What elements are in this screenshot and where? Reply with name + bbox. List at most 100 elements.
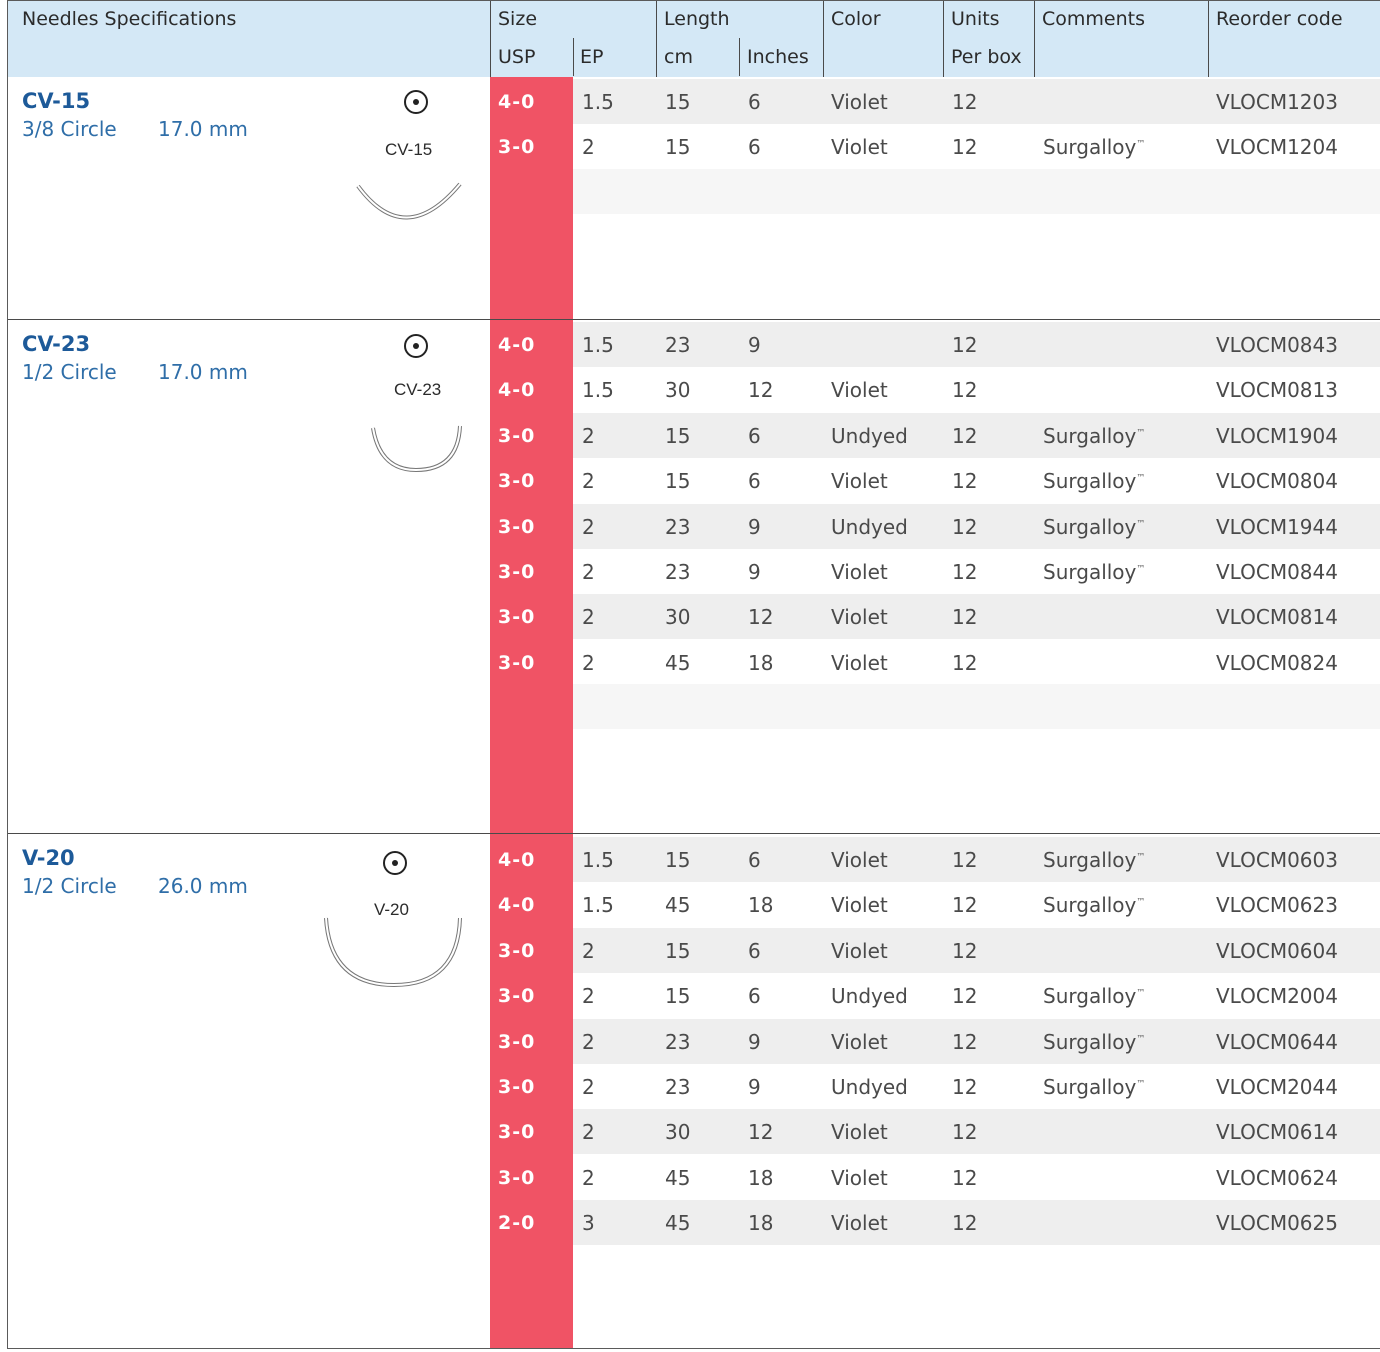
cell-units: 12 xyxy=(952,1120,978,1144)
cell-color: Violet xyxy=(831,135,888,159)
cell-inches: 6 xyxy=(748,135,761,159)
cell-inches: 6 xyxy=(748,424,761,448)
header-needles-specifications: Needles Specifications xyxy=(22,8,237,30)
trademark-mark: ™ xyxy=(1136,1034,1146,1045)
comment-text: Surgalloy xyxy=(1043,560,1137,584)
cell-ep: 2 xyxy=(582,469,595,493)
cell-code: VLOCM0644 xyxy=(1216,1030,1338,1054)
comment-text: Surgalloy xyxy=(1043,1075,1137,1099)
header-per-box: Per box xyxy=(951,46,1022,68)
cell-usp: 3-0 xyxy=(498,1121,536,1143)
cell-units: 12 xyxy=(952,939,978,963)
header-divider xyxy=(943,1,944,77)
group-divider xyxy=(8,833,1380,834)
table-row: 1.5 15 6 Violet 12 VLOCM1203 xyxy=(573,79,1380,124)
taper-point-circle-icon xyxy=(404,90,428,114)
cell-cm: 23 xyxy=(665,333,691,357)
header-cm: cm xyxy=(664,46,693,68)
needle-length: 17.0 mm xyxy=(158,117,248,141)
table-row: 2 15 6 Undyed 12 VLOCM1904 Surgalloy™ xyxy=(573,413,1380,458)
cell-code: VLOCM0804 xyxy=(1216,469,1338,493)
table-row: 1.5 30 12 Violet 12 VLOCM0813 xyxy=(573,367,1380,412)
cell-cm: 15 xyxy=(665,848,691,872)
table-row: 2 23 9 Violet 12 VLOCM0844 Surgalloy™ xyxy=(573,549,1380,594)
cell-inches: 6 xyxy=(748,984,761,1008)
header-length: Length xyxy=(664,8,730,30)
cell-inches: 6 xyxy=(748,939,761,963)
header-usp: USP xyxy=(498,46,536,68)
cell-usp: 4-0 xyxy=(498,91,536,113)
cell-cm: 45 xyxy=(665,1211,691,1235)
table-row: 2 30 12 Violet 12 VLOCM0614 xyxy=(573,1109,1380,1154)
cell-comment: Surgalloy™ xyxy=(1043,560,1145,584)
cell-cm: 30 xyxy=(665,1120,691,1144)
taper-point-circle-icon xyxy=(383,851,407,875)
cell-inches: 18 xyxy=(748,651,774,675)
cell-usp: 3-0 xyxy=(498,1031,536,1053)
table-row: 2 45 18 Violet 12 VLOCM0824 xyxy=(573,640,1380,685)
table-row: 1.5 23 9 12 VLOCM0843 xyxy=(573,322,1380,367)
cell-ep: 2 xyxy=(582,939,595,963)
cell-ep: 1.5 xyxy=(582,378,614,402)
table-row: 2 45 18 Violet 12 VLOCM0624 xyxy=(573,1155,1380,1200)
comment-text: Surgalloy xyxy=(1043,469,1137,493)
cell-color: Violet xyxy=(831,1211,888,1235)
cell-code: VLOCM0624 xyxy=(1216,1166,1338,1190)
trademark-mark: ™ xyxy=(1136,988,1146,999)
cell-units: 12 xyxy=(952,515,978,539)
cell-units: 12 xyxy=(952,378,978,402)
cell-usp: 4-0 xyxy=(498,849,536,871)
header-ep: EP xyxy=(580,46,604,68)
trademark-mark: ™ xyxy=(1136,139,1146,150)
cell-ep: 1.5 xyxy=(582,333,614,357)
table-row: 2 23 9 Undyed 12 VLOCM2044 Surgalloy™ xyxy=(573,1064,1380,1109)
cell-comment: Surgalloy™ xyxy=(1043,1030,1145,1054)
cell-ep: 2 xyxy=(582,1030,595,1054)
header-divider xyxy=(573,38,574,76)
cell-code: VLOCM1203 xyxy=(1216,90,1338,114)
cell-inches: 18 xyxy=(748,893,774,917)
needle-name: CV-15 xyxy=(22,89,91,113)
trademark-mark: ™ xyxy=(1136,1079,1146,1090)
header-divider xyxy=(739,38,740,76)
table-row: 1.5 15 6 Violet 12 VLOCM0603 Surgalloy™ xyxy=(573,837,1380,882)
needle-curve: 3/8 Circle xyxy=(22,117,117,141)
cell-color: Violet xyxy=(831,939,888,963)
cell-cm: 23 xyxy=(665,560,691,584)
cell-usp: 4-0 xyxy=(498,334,536,356)
cell-comment: Surgalloy™ xyxy=(1043,848,1145,872)
cell-comment: Surgalloy™ xyxy=(1043,469,1145,493)
comment-text: Surgalloy xyxy=(1043,848,1137,872)
usp-column-band xyxy=(490,77,573,319)
cell-ep: 2 xyxy=(582,1075,595,1099)
cell-comment: Surgalloy™ xyxy=(1043,424,1145,448)
cell-cm: 15 xyxy=(665,90,691,114)
comment-text: Surgalloy xyxy=(1043,893,1137,917)
empty-row xyxy=(573,684,1380,729)
cell-cm: 45 xyxy=(665,651,691,675)
cell-ep: 3 xyxy=(582,1211,595,1235)
comment-text: Surgalloy xyxy=(1043,1030,1137,1054)
cell-ep: 2 xyxy=(582,560,595,584)
needle-curve: 1/2 Circle xyxy=(22,874,117,898)
cell-inches: 9 xyxy=(748,515,761,539)
cell-inches: 9 xyxy=(748,1030,761,1054)
cell-inches: 6 xyxy=(748,90,761,114)
cell-usp: 3-0 xyxy=(498,606,536,628)
table-row: 1.5 45 18 Violet 12 VLOCM0623 Surgalloy™ xyxy=(573,882,1380,927)
cell-color: Undyed xyxy=(831,424,908,448)
cell-color: Violet xyxy=(831,469,888,493)
cell-color: Violet xyxy=(831,893,888,917)
cell-code: VLOCM0614 xyxy=(1216,1120,1338,1144)
cell-comment: Surgalloy™ xyxy=(1043,515,1145,539)
cell-usp: 2-0 xyxy=(498,1212,536,1234)
cell-color: Violet xyxy=(831,90,888,114)
cell-inches: 6 xyxy=(748,469,761,493)
comment-text: Surgalloy xyxy=(1043,424,1137,448)
needle-length: 17.0 mm xyxy=(158,360,248,384)
cell-color: Violet xyxy=(831,378,888,402)
cell-code: VLOCM2004 xyxy=(1216,984,1338,1008)
cell-comment: Surgalloy™ xyxy=(1043,984,1145,1008)
cell-color: Violet xyxy=(831,1166,888,1190)
table-row: 2 30 12 Violet 12 VLOCM0814 xyxy=(573,594,1380,639)
